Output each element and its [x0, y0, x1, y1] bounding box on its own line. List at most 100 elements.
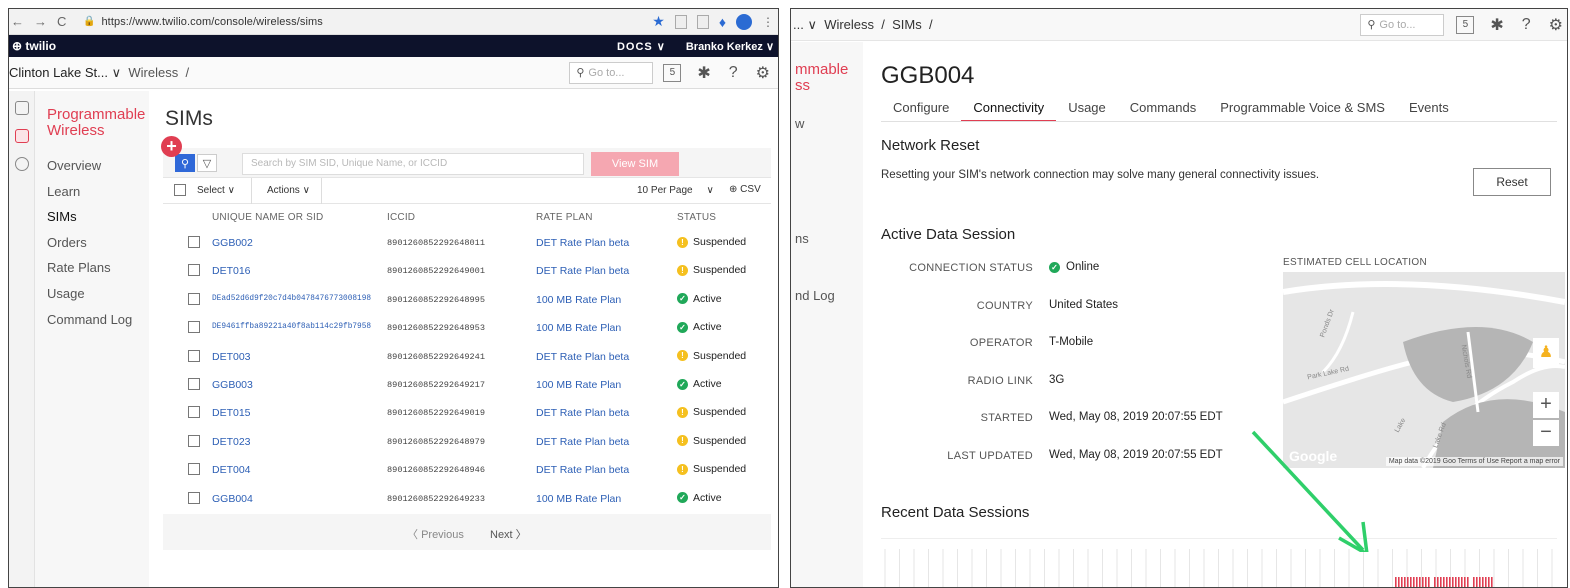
debugger-bug-icon[interactable]: ✱: [1490, 15, 1503, 35]
sidebar-item-overview[interactable]: Overview: [35, 153, 149, 179]
session-bar[interactable]: [1458, 577, 1460, 588]
sidebar-item-command-log[interactable]: Command Log: [35, 307, 149, 333]
table-row[interactable]: DET016 8901260852292649001 DET Rate Plan b…: [163, 256, 771, 284]
row-checkbox[interactable]: [188, 491, 200, 504]
session-bar[interactable]: [1443, 577, 1445, 588]
sim-name-link[interactable]: DET023: [212, 436, 251, 448]
select-dropdown[interactable]: Select ∨: [197, 185, 235, 196]
zoom-in-button[interactable]: +: [1533, 392, 1559, 418]
goto-input[interactable]: ⚲ Go to...: [569, 61, 654, 84]
session-bar[interactable]: [1488, 577, 1490, 588]
session-bar[interactable]: [1479, 577, 1481, 588]
twilio-logo[interactable]: ⊕ twilio: [12, 39, 56, 53]
tab-usage[interactable]: Usage: [1056, 98, 1118, 122]
user-menu[interactable]: Branko Kerkez ∨: [686, 40, 774, 53]
sim-icon[interactable]: [14, 129, 29, 143]
row-checkbox[interactable]: [188, 349, 200, 362]
session-bar[interactable]: [1464, 577, 1466, 588]
csv-export-button[interactable]: ⊕ CSV: [729, 184, 761, 195]
rate-plan-link[interactable]: DET Rate Plan beta: [536, 436, 629, 448]
filter-icon[interactable]: ▽: [197, 154, 217, 172]
sidebar-item-sims[interactable]: SIMs: [35, 204, 149, 230]
shortcut-icon[interactable]: 5: [1456, 15, 1475, 34]
row-checkbox[interactable]: [188, 434, 200, 447]
header-name[interactable]: UNIQUE NAME OR SID: [212, 212, 323, 223]
sidebar-item-learn[interactable]: Learn: [35, 179, 149, 205]
row-checkbox[interactable]: [188, 264, 200, 277]
session-bar[interactable]: [1491, 577, 1493, 588]
breadcrumb-more[interactable]: ... ∨ Wireless / SIMs /: [793, 17, 933, 33]
sim-name-link[interactable]: DEad52d6d9f20c7d4b0478476773008198: [212, 295, 371, 303]
session-bar[interactable]: [1446, 577, 1448, 588]
session-bar[interactable]: [1416, 577, 1418, 588]
address-bar[interactable]: https://www.twilio.com/console/wireless/…: [101, 16, 322, 28]
session-bar[interactable]: [1398, 577, 1400, 588]
sim-name-link[interactable]: DET003: [212, 351, 251, 363]
session-bar[interactable]: [1473, 577, 1475, 588]
session-bar[interactable]: [1422, 577, 1424, 588]
table-row[interactable]: DE9461ffba89221a40f8ab114c29fb7958 890126…: [163, 313, 771, 341]
gear-icon[interactable]: ⚙: [756, 63, 770, 83]
session-bar[interactable]: [1485, 577, 1487, 588]
debugger-bug-icon[interactable]: ✱: [697, 63, 710, 83]
extension-icon[interactable]: [674, 14, 687, 29]
sidebar-item-command-log[interactable]: nd Log: [795, 288, 835, 303]
actions-dropdown[interactable]: Actions ∨: [267, 185, 310, 196]
tab-events[interactable]: Events: [1397, 98, 1461, 122]
view-sim-button[interactable]: View SIM: [591, 152, 679, 176]
more-icon[interactable]: [14, 157, 29, 171]
sidebar-item-overview[interactable]: w: [795, 116, 804, 131]
tab-commands[interactable]: Commands: [1118, 98, 1208, 122]
row-checkbox[interactable]: [188, 292, 200, 305]
breadcrumb-account[interactable]: Clinton Lake St... ∨ Wireless /: [9, 65, 189, 81]
extension-icon[interactable]: [696, 14, 709, 29]
sim-name-link[interactable]: DET015: [212, 407, 251, 419]
header-rate-plan[interactable]: RATE PLAN: [536, 212, 593, 223]
sim-name-link[interactable]: DE9461ffba89221a40f8ab114c29fb7958: [212, 323, 371, 331]
row-checkbox[interactable]: [188, 236, 200, 248]
tab-configure[interactable]: Configure: [881, 98, 961, 122]
table-row[interactable]: DET023 8901260852292648979 DET Rate Plan b…: [163, 427, 771, 455]
session-bar[interactable]: [1425, 577, 1427, 588]
forward-icon[interactable]: →: [34, 14, 47, 29]
session-bar[interactable]: [1452, 577, 1454, 588]
home-icon[interactable]: [14, 101, 29, 115]
session-bar[interactable]: [1440, 577, 1442, 588]
add-sim-button[interactable]: +: [161, 136, 182, 157]
row-checkbox[interactable]: [188, 463, 200, 476]
docs-menu[interactable]: DOCS ∨: [617, 40, 666, 53]
help-icon[interactable]: ?: [729, 64, 738, 82]
table-row[interactable]: DET003 8901260852292649241 DET Rate Plan b…: [163, 342, 771, 370]
sim-name-link[interactable]: DET016: [212, 265, 251, 277]
sim-name-link[interactable]: GGB004: [212, 493, 253, 505]
gear-icon[interactable]: ⚙: [1549, 15, 1563, 35]
goto-input[interactable]: ⚲ Go to...: [1360, 13, 1445, 36]
header-iccid[interactable]: ICCID: [387, 212, 415, 223]
sim-name-link[interactable]: DET004: [212, 464, 251, 476]
sidebar-item-rate-plans[interactable]: Rate Plans: [35, 255, 149, 281]
table-row[interactable]: DEad52d6d9f20c7d4b0478476773008198 890126…: [163, 285, 771, 313]
session-bar[interactable]: [1395, 577, 1397, 588]
row-checkbox[interactable]: [188, 378, 200, 390]
back-icon[interactable]: ←: [11, 14, 24, 29]
table-row[interactable]: GGB004 8901260852292649233 100 MB Rate Pla…: [163, 484, 771, 512]
previous-button[interactable]: 〈 Previous: [407, 526, 464, 542]
reset-button[interactable]: Reset: [1473, 168, 1551, 196]
table-row[interactable]: DET015 8901260852292649019 DET Rate Plan b…: [163, 398, 771, 426]
rate-plan-link[interactable]: DET Rate Plan beta: [536, 464, 629, 476]
row-checkbox[interactable]: [188, 321, 200, 334]
session-bar[interactable]: [1482, 577, 1484, 588]
help-icon[interactable]: ?: [1522, 16, 1531, 34]
sidebar-item-usage[interactable]: Usage: [35, 281, 149, 307]
table-row[interactable]: GGB003 8901260852292649217 100 MB Rate Pla…: [163, 370, 771, 398]
search-input[interactable]: Search by SIM SID, Unique Name, or ICCID: [242, 153, 584, 175]
sim-name-link[interactable]: GGB003: [212, 379, 253, 391]
rate-plan-link[interactable]: DET Rate Plan beta: [536, 407, 629, 419]
session-bar[interactable]: [1407, 577, 1409, 588]
tab-connectivity[interactable]: Connectivity: [961, 98, 1057, 122]
session-bar[interactable]: [1461, 577, 1463, 588]
header-status[interactable]: STATUS: [677, 212, 716, 223]
session-bar[interactable]: [1437, 577, 1439, 588]
rate-plan-link[interactable]: 100 MB Rate Plan: [536, 493, 621, 505]
session-bar[interactable]: [1419, 577, 1421, 588]
